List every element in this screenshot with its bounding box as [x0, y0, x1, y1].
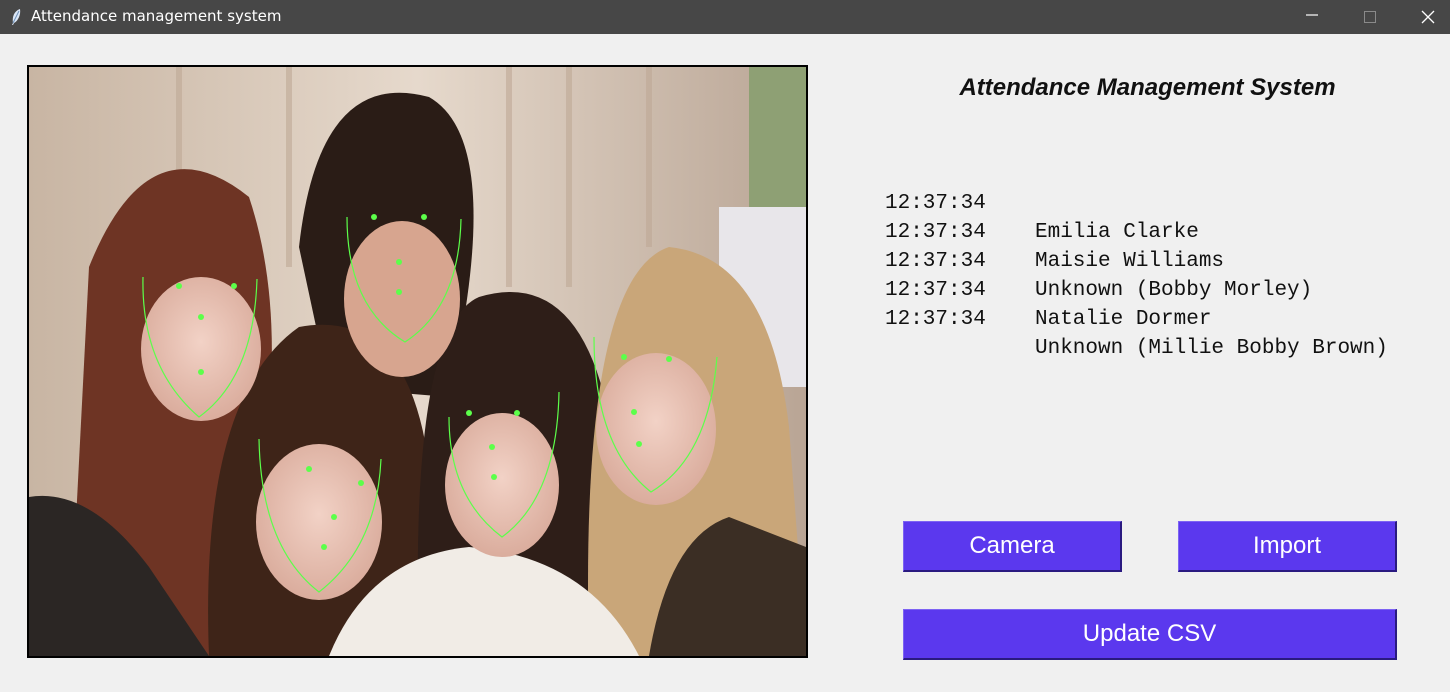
log-row: 12:37:34 Unknown (Bobby Morley): [885, 218, 1312, 302]
log-row: 12:37:34 Emilia Clarke: [885, 160, 1199, 244]
close-button[interactable]: [1399, 0, 1450, 34]
log-row: 12:37:34 Unknown (Millie Bobby Brown): [885, 276, 1388, 360]
log-row: 12:37:34 Natalie Dormer: [885, 247, 1211, 331]
group-photo: [29, 67, 806, 656]
update-csv-button[interactable]: Update CSV: [903, 609, 1397, 660]
maximize-icon: [1364, 11, 1376, 23]
log-name: Natalie Dormer: [1035, 308, 1212, 331]
minimize-icon: [1306, 14, 1318, 16]
log-time: 12:37:34: [885, 308, 986, 331]
minimize-button[interactable]: [1283, 0, 1341, 34]
face-detection-image: [27, 65, 808, 658]
camera-button[interactable]: Camera: [903, 521, 1122, 572]
import-button[interactable]: Import: [1178, 521, 1397, 572]
close-icon: [1421, 10, 1435, 24]
maximize-button[interactable]: [1341, 0, 1399, 34]
log-name: Unknown (Millie Bobby Brown): [1035, 337, 1388, 360]
feather-icon: [12, 9, 21, 25]
log-name: Unknown (Bobby Morley): [1035, 279, 1313, 302]
log-row: 12:37:34 Maisie Williams: [885, 189, 1224, 273]
app-heading: Attendance Management System: [959, 74, 1336, 101]
window-title: Attendance management system: [31, 7, 282, 25]
log-name: Maisie Williams: [1035, 250, 1225, 273]
log-name: Emilia Clarke: [1035, 221, 1199, 244]
attendance-log: 12:37:34 Emilia Clarke 12:37:34 Maisie W…: [885, 160, 1388, 360]
title-bar: Attendance management system: [0, 0, 1450, 34]
